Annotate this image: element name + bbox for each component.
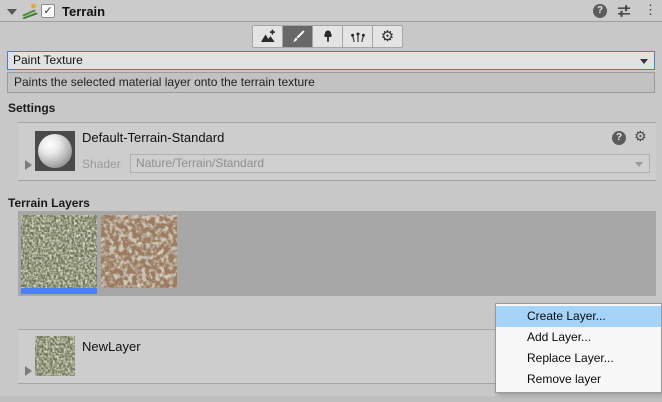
inspector-header: ✓ Terrain ? ⋮: [0, 0, 662, 22]
new-layer-name: NewLayer: [82, 339, 141, 354]
presets-icon[interactable]: [617, 4, 631, 18]
tree-icon: [320, 29, 336, 45]
terrain-inspector-panel: ✓ Terrain ? ⋮: [0, 0, 662, 402]
shader-label: Shader: [82, 157, 121, 171]
shader-dropdown-value: Nature/Terrain/Standard: [136, 156, 264, 170]
tool-paint-details[interactable]: [342, 25, 373, 48]
terrain-layers-heading: Terrain Layers: [8, 196, 90, 210]
shader-dropdown: Nature/Terrain/Standard: [130, 154, 650, 173]
menu-item-add-layer[interactable]: Add Layer...: [496, 327, 661, 348]
help-icon[interactable]: ?: [593, 4, 607, 18]
tool-terrain-settings[interactable]: ⚙: [372, 25, 403, 48]
tool-paint-terrain[interactable]: [282, 25, 313, 48]
paintbrush-icon: [290, 29, 306, 45]
terrain-toolbar: ⚙: [252, 25, 403, 48]
menu-item-create-layer[interactable]: Create Layer...: [496, 306, 661, 327]
tool-create-neighbor-terrains[interactable]: [252, 25, 283, 48]
material-sphere-icon: [38, 134, 72, 168]
terrain-layer-gravel[interactable]: [101, 215, 177, 288]
menu-item-replace-layer[interactable]: Replace Layer...: [496, 348, 661, 369]
component-foldout-icon[interactable]: [7, 9, 17, 15]
material-foldout-icon[interactable]: [25, 160, 32, 170]
new-layer-foldout-icon[interactable]: [25, 366, 32, 376]
menu-item-remove-layer[interactable]: Remove layer: [496, 369, 661, 390]
context-menu-icon[interactable]: ⋮: [644, 2, 654, 18]
chevron-down-icon: [635, 162, 643, 167]
paint-tool-dropdown-value: Paint Texture: [13, 53, 83, 67]
terrain-component-icon: [21, 3, 39, 19]
mountain-plus-icon: [260, 29, 276, 45]
material-help-icon[interactable]: ?: [612, 131, 626, 145]
layer-context-menu: Create Layer... Add Layer... Replace Lay…: [495, 303, 662, 393]
tool-description-text: Paints the selected material layer onto …: [14, 75, 315, 89]
terrain-material-box: Default-Terrain-Standard Shader Nature/T…: [18, 122, 656, 181]
gear-icon: ⚙: [381, 29, 394, 44]
material-preview[interactable]: [35, 131, 75, 171]
terrain-layers-selection-area: [18, 211, 656, 296]
chevron-down-icon: [640, 59, 648, 64]
grass-flowers-icon: [350, 29, 366, 45]
tool-description-box: Paints the selected material layer onto …: [7, 72, 655, 93]
paint-tool-dropdown[interactable]: Paint Texture: [7, 51, 655, 70]
panel-bottom-strip: [0, 396, 662, 402]
new-layer-thumbnail[interactable]: [35, 336, 75, 376]
terrain-layer-grass[interactable]: [21, 215, 97, 288]
selected-layer-indicator: [21, 288, 97, 294]
component-title: Terrain: [62, 4, 105, 19]
material-name: Default-Terrain-Standard: [82, 130, 224, 145]
settings-heading: Settings: [8, 101, 55, 115]
tool-paint-trees[interactable]: [312, 25, 343, 48]
component-enabled-checkbox[interactable]: ✓: [41, 4, 55, 18]
material-gear-icon[interactable]: ⚙: [634, 129, 647, 145]
